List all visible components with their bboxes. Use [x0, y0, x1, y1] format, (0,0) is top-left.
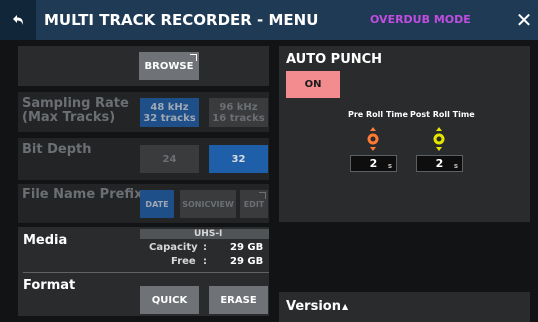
auto-punch-on-label: ON: [304, 79, 322, 90]
prefix-sonicview-label: SONICVIEW: [182, 199, 234, 209]
quick-format-label: QUICK: [151, 294, 188, 306]
bit-depth-32-label: 32: [231, 153, 246, 165]
pre-roll-value-field[interactable]: 2 s: [350, 155, 397, 172]
erase-format-button[interactable]: ERASE: [209, 286, 268, 314]
back-button[interactable]: [0, 0, 36, 40]
sampling-96khz-tracks: 16 tracks: [212, 112, 265, 124]
capacity-value: 29 GB: [230, 242, 264, 253]
capacity-colon: :: [203, 242, 207, 253]
post-roll-unit: s: [453, 162, 458, 170]
pre-roll-unit: s: [387, 162, 392, 170]
format-label: Format: [23, 278, 76, 293]
erase-format-label: ERASE: [220, 294, 257, 306]
sampling-48khz-label: 48 kHz: [150, 101, 189, 113]
pre-roll-label: Pre Roll Time: [348, 110, 408, 119]
popup-corner-icon: [190, 54, 197, 61]
return-arrow-icon: [13, 15, 23, 25]
prefix-edit-button[interactable]: EDIT: [240, 190, 268, 218]
sampling-96khz-button[interactable]: 96 kHz 16 tracks: [209, 98, 268, 127]
file-prefix-label: File Name Prefix: [22, 187, 143, 202]
page-title: MULTI TRACK RECORDER - MENU: [44, 11, 319, 29]
browse-button[interactable]: BROWSE: [139, 52, 199, 80]
free-value: 29 GB: [230, 256, 264, 267]
prefix-date-label: DATE: [145, 199, 169, 209]
mode-indicator: OVERDUB MODE: [370, 13, 471, 26]
close-button[interactable]: ✕: [512, 8, 536, 32]
pre-roll-knob-icon[interactable]: [366, 126, 380, 152]
bit-depth-24-button[interactable]: 24: [140, 145, 199, 173]
post-roll-value: 2: [435, 157, 444, 170]
auto-punch-on-button[interactable]: ON: [286, 71, 340, 98]
media-label: Media: [23, 233, 68, 248]
post-roll-label: Post Roll Time: [410, 110, 475, 119]
sampling-rate-label-line1: Sampling Rate: [22, 96, 129, 111]
version-expand-icon[interactable]: ▲: [342, 302, 348, 311]
media-divider: [23, 272, 269, 273]
bit-depth-24-label: 24: [162, 153, 177, 165]
sampling-rate-label: Sampling Rate (Max Tracks): [22, 97, 129, 125]
prefix-edit-label: EDIT: [243, 199, 265, 209]
free-label: Free: [171, 256, 196, 267]
sampling-rate-label-line2: (Max Tracks): [22, 110, 116, 125]
free-colon: :: [203, 256, 207, 267]
sampling-48khz-button[interactable]: 48 kHz 32 tracks: [140, 98, 199, 127]
quick-format-button[interactable]: QUICK: [140, 286, 199, 314]
auto-punch-title: AUTO PUNCH: [286, 52, 383, 67]
browse-label: BROWSE: [144, 60, 194, 72]
bit-depth-32-button[interactable]: 32: [209, 145, 268, 173]
bit-depth-label: Bit Depth: [22, 142, 92, 157]
post-roll-value-field[interactable]: 2 s: [416, 155, 463, 172]
sampling-96khz-label: 96 kHz: [219, 101, 258, 113]
post-roll-knob-icon[interactable]: [432, 126, 446, 152]
capacity-label: Capacity: [149, 242, 198, 253]
version-label: Version: [286, 299, 341, 314]
sampling-48khz-tracks: 32 tracks: [143, 112, 196, 124]
popup-corner-icon: [259, 192, 266, 199]
prefix-date-button[interactable]: DATE: [140, 190, 174, 218]
prefix-sonicview-button[interactable]: SONICVIEW: [180, 190, 236, 218]
media-type: UHS-I: [194, 229, 223, 239]
pre-roll-value: 2: [369, 157, 378, 170]
